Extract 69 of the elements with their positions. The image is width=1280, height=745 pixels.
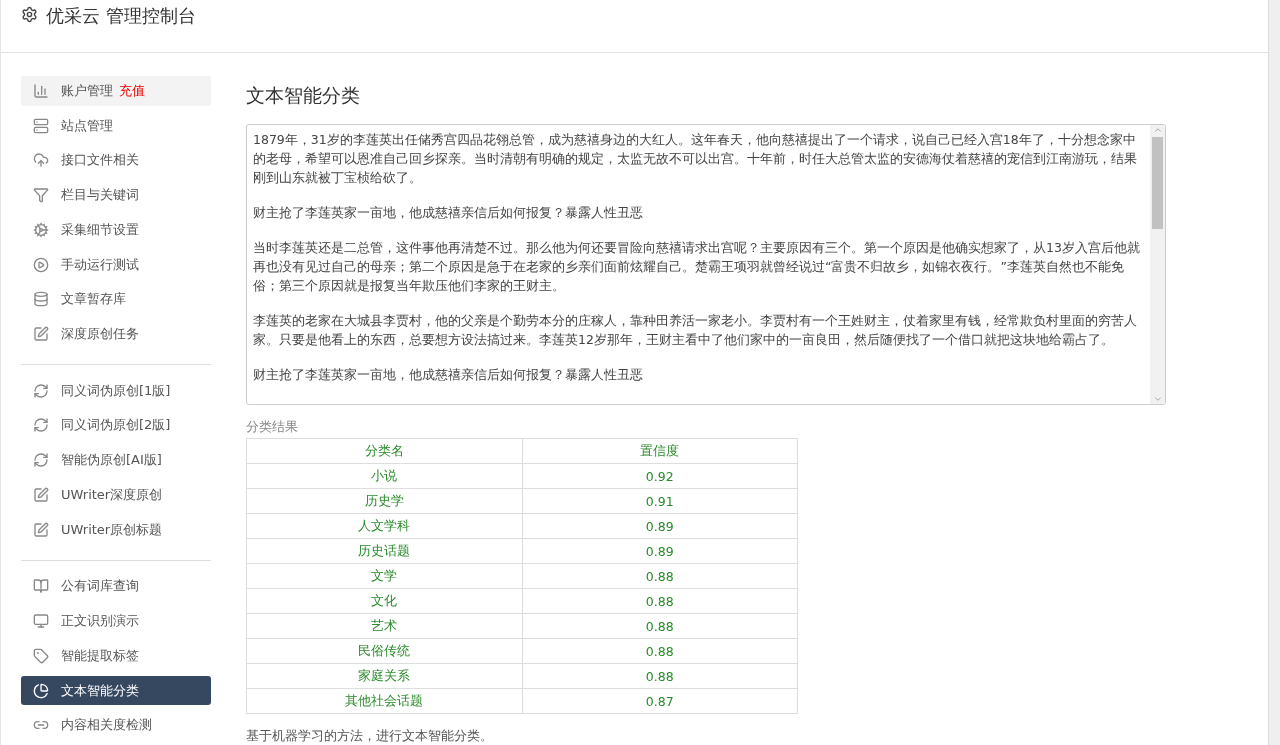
result-label: 分类结果 <box>246 419 299 436</box>
sidebar-item[interactable]: 智能提取标签 <box>21 640 211 671</box>
database-icon <box>33 291 49 308</box>
table-cell: 0.89 <box>522 538 798 564</box>
edit-icon <box>33 521 49 538</box>
play-icon <box>33 256 49 273</box>
sidebar-item[interactable]: 手动运行测试 <box>21 249 211 280</box>
cloud-upload-icon <box>33 152 49 169</box>
server-icon <box>33 117 49 134</box>
bar-chart-icon <box>33 82 49 99</box>
scrollbar[interactable] <box>1150 125 1165 404</box>
monitor-icon <box>33 613 49 630</box>
table-cell: 0.88 <box>522 638 798 664</box>
scroll-up-icon[interactable] <box>1152 125 1163 135</box>
sidebar-item[interactable]: 接口文件相关 <box>21 145 211 176</box>
table-cell: 文化 <box>246 588 522 614</box>
column-header: 分类名 <box>246 438 522 464</box>
refresh-icon <box>33 417 49 434</box>
page-scrollbar[interactable] <box>1269 0 1280 745</box>
sidebar-item[interactable]: 同义词伪原创[1版] <box>21 375 211 406</box>
table-cell: 0.88 <box>522 588 798 614</box>
table-cell: 小说 <box>246 463 522 489</box>
table-cell: 0.92 <box>522 463 798 489</box>
sidebar-item[interactable]: UWriter原创标题 <box>21 514 211 545</box>
column-header: 置信度 <box>522 438 798 464</box>
sidebar-item[interactable]: 深度原创任务 <box>21 319 211 349</box>
book-icon <box>33 578 49 595</box>
table-cell: 0.88 <box>522 563 798 589</box>
table-cell: 人文学科 <box>246 513 522 539</box>
edit-icon <box>33 486 49 503</box>
pie-chart-icon <box>33 682 49 699</box>
refresh-icon <box>33 382 49 399</box>
table-cell: 文学 <box>246 563 522 589</box>
table-cell: 0.91 <box>522 488 798 514</box>
sidebar-item[interactable]: 内容相关度检测 <box>21 710 211 741</box>
table-cell: 0.87 <box>522 688 798 714</box>
sidebar-item[interactable]: 文章暂存库 <box>21 284 211 315</box>
table-cell: 历史话题 <box>246 538 522 564</box>
scroll-thumb[interactable] <box>1152 137 1163 229</box>
scroll-down-icon[interactable] <box>1152 394 1163 404</box>
refresh-icon <box>33 452 49 469</box>
sidebar-item[interactable]: 采集细节设置 <box>21 214 211 245</box>
gear-icon <box>33 221 49 238</box>
sidebar-item[interactable]: 同义词伪原创[2版] <box>21 410 211 441</box>
table-cell: 民俗传统 <box>246 638 522 664</box>
sidebar-item[interactable]: 站点管理 <box>21 110 211 141</box>
sidebar-item[interactable]: 正文识别演示 <box>21 606 211 636</box>
table-cell: 0.89 <box>522 513 798 539</box>
table-cell: 家庭关系 <box>246 663 522 689</box>
table-cell: 0.88 <box>522 613 798 639</box>
settings-icon <box>21 6 38 23</box>
sidebar-item[interactable]: UWriter深度原创 <box>21 480 211 510</box>
sidebar-item[interactable]: 智能伪原创[AI版] <box>21 445 211 476</box>
table-cell: 艺术 <box>246 613 522 639</box>
recharge-link[interactable]: 充值 <box>119 82 145 98</box>
table-cell: 0.88 <box>522 663 798 689</box>
table-cell: 其他社会话题 <box>246 688 522 714</box>
sidebar-item[interactable]: 文本智能分类 <box>21 675 211 706</box>
sidebar-item[interactable]: 公有词库查询 <box>21 571 211 602</box>
filter-icon <box>33 187 49 204</box>
page-title: 文本智能分类 <box>246 83 361 108</box>
edit-icon <box>33 326 49 342</box>
text-input[interactable]: 1879年，31岁的李莲英出任储秀宫四品花翎总管，成为慈禧身边的大红人。这年春天，他向慈禧提出了一个请求，说自己已经入宫18年了，十分想念家中的老母，希望可以恩准自己回乡探亲。当时清朝有明确的规定，太监无故不可以出宫。十年前，时任大总管太监的安德海仗着慈禧的宠信到江南游玩，结果刚到山东就被丁宝桢给砍了。 财主抢了李莲英家一亩地，他成慈禧亲信后如何报复？暴露人性丑恶 当时李莲英还是二总管，这件事他再清楚不过。那么他为何还要冒险向慈禧请求出宫呢？主要原因有三个。第一个原因是他确实想家了，从13岁入宫后他就再也没有见过自己的母亲；第二个原因是急于在老家的乡亲们面前炫耀自己。楚霸王项羽就曾经说过“富贵不归故乡，如锦衣夜行。”李莲英自然也不能免俗；第三个原因就是报复当年欺压他们李家的王财主。 李莲英的老家在大城县李贾村，他的父亲是个勤劳本分的庄稼人，靠种田养活一家老小。李贾村有一个王姓财主，仗着家里有钱，经常欺负村里面的穷苦人家。只要是他看上的东西，总要想方设法搞过来。李莲英12岁那年，王财主看中了他们家中的一亩良田，然后随便找了一个借口就把这块地给霸占了。 财主抢了李莲英家一亩地，他成慈禧亲信后如何报复？暴露人性丑恶 <box>246 124 1166 405</box>
app-title: 优采云 管理控制台 <box>46 4 196 28</box>
sidebar-item[interactable]: 栏目与关键词 <box>21 180 211 210</box>
description-text: 基于机器学习的方法，进行文本智能分类。 <box>246 728 494 745</box>
table-cell: 历史学 <box>246 488 522 514</box>
tag-icon <box>33 647 49 664</box>
sidebar-item[interactable]: 账户管理 充值 <box>21 76 211 106</box>
